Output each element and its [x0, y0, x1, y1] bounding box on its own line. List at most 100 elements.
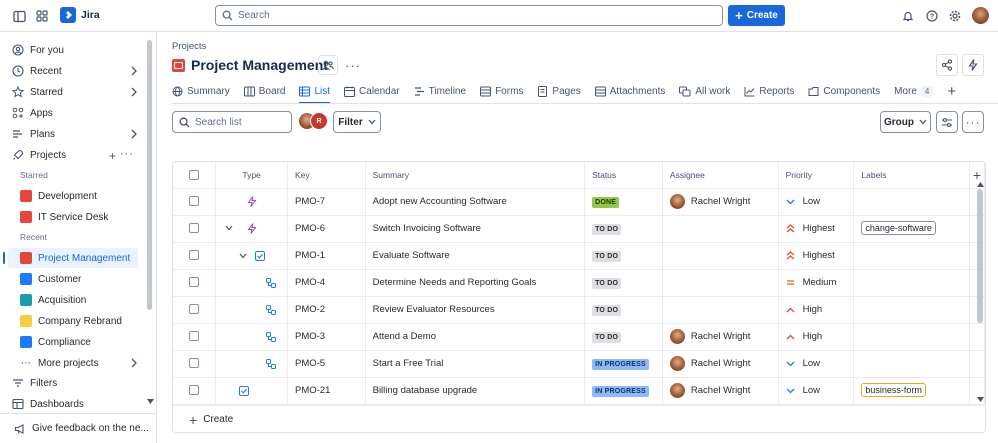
- priority-cell[interactable]: Low: [778, 188, 855, 216]
- issue-key[interactable]: PMO-21: [287, 377, 366, 405]
- tab-reports[interactable]: Reports: [744, 80, 794, 102]
- assignee-cell[interactable]: Rachel Wright: [662, 323, 779, 351]
- label-tag[interactable]: change-software: [861, 221, 936, 235]
- assignee-cell[interactable]: Rachel Wright: [662, 377, 779, 405]
- priority-cell[interactable]: Medium: [778, 269, 855, 297]
- tab-timeline[interactable]: Timeline: [414, 80, 466, 102]
- list-search[interactable]: [172, 111, 292, 133]
- row-checkbox[interactable]: [189, 331, 200, 342]
- table-row[interactable]: PMO-1 Evaluate Software TO DO Highest: [173, 242, 985, 270]
- priority-cell[interactable]: Low: [778, 350, 855, 378]
- issue-summary[interactable]: Billing database upgrade: [365, 377, 586, 405]
- tab-all-work[interactable]: All work: [679, 80, 730, 102]
- sidebar-item-plans[interactable]: Plans: [8, 124, 146, 144]
- view-settings-button[interactable]: [936, 111, 958, 133]
- issue-key[interactable]: PMO-6: [287, 215, 366, 243]
- issue-key[interactable]: PMO-7: [287, 188, 366, 216]
- assignee-cell[interactable]: [662, 269, 779, 297]
- status-badge[interactable]: TO DO: [592, 250, 622, 262]
- issue-key[interactable]: PMO-3: [287, 323, 366, 351]
- table-scrollbar[interactable]: [977, 189, 983, 323]
- table-row[interactable]: PMO-21 Billing database upgrade IN PROGR…: [173, 377, 985, 405]
- sidebar-toggle-icon[interactable]: [10, 7, 28, 25]
- sidebar-item-for-you[interactable]: For you: [8, 40, 146, 60]
- column-header-assignee[interactable]: Assignee: [662, 162, 779, 189]
- sidebar-project-development[interactable]: Development: [8, 186, 146, 206]
- tab-summary[interactable]: Summary: [172, 80, 230, 102]
- row-checkbox[interactable]: [189, 304, 200, 315]
- tab-forms[interactable]: Forms: [480, 80, 523, 102]
- assignee-cell[interactable]: Rachel Wright: [662, 188, 779, 216]
- column-header-key[interactable]: Key: [287, 162, 366, 189]
- tab-components[interactable]: Components: [808, 80, 880, 102]
- issue-summary[interactable]: Review Evaluator Resources: [365, 296, 586, 324]
- app-switcher-icon[interactable]: [33, 7, 51, 25]
- filter-button[interactable]: Filter: [333, 111, 381, 133]
- row-checkbox[interactable]: [189, 223, 200, 234]
- create-button[interactable]: + Create: [728, 5, 785, 26]
- help-icon[interactable]: ?: [923, 7, 941, 25]
- list-more-actions-icon[interactable]: ···: [962, 111, 984, 133]
- share-button[interactable]: [936, 54, 958, 76]
- column-header-priority[interactable]: Priority: [778, 162, 855, 189]
- labels-cell[interactable]: [853, 188, 971, 216]
- list-search-input[interactable]: [195, 116, 285, 128]
- user-avatar[interactable]: [972, 7, 989, 24]
- labels-cell[interactable]: [853, 350, 971, 378]
- group-button[interactable]: Group: [880, 111, 931, 133]
- add-tab-button[interactable]: +: [947, 80, 956, 102]
- scroll-down-arrow-icon[interactable]: [977, 397, 984, 402]
- label-tag[interactable]: business-form: [861, 383, 926, 397]
- tab-list[interactable]: List: [299, 80, 330, 104]
- sidebar-project-project-management[interactable]: Project Management: [3, 248, 138, 268]
- sidebar-project-compliance[interactable]: Compliance: [8, 332, 146, 352]
- row-checkbox[interactable]: [189, 250, 200, 261]
- sidebar-scrollbar[interactable]: [147, 40, 152, 310]
- sidebar-item-projects[interactable]: Projects + ···: [8, 145, 146, 165]
- column-header-summary[interactable]: Summary: [365, 162, 586, 189]
- global-search[interactable]: [215, 5, 723, 26]
- status-badge[interactable]: TO DO: [592, 304, 622, 316]
- settings-gear-icon[interactable]: [946, 7, 964, 25]
- issue-summary[interactable]: Adopt new Accounting Software: [365, 188, 586, 216]
- tab-pages[interactable]: Pages: [537, 80, 581, 102]
- assignee-cell[interactable]: [662, 242, 779, 270]
- labels-cell[interactable]: [853, 323, 971, 351]
- automation-button[interactable]: [962, 54, 984, 76]
- issue-summary[interactable]: Evaluate Software: [365, 242, 586, 270]
- issue-key[interactable]: PMO-5: [287, 350, 366, 378]
- column-header-labels[interactable]: Labels: [853, 162, 971, 189]
- sidebar-item-apps[interactable]: Apps: [8, 103, 146, 123]
- labels-cell[interactable]: [853, 296, 971, 324]
- row-checkbox[interactable]: [189, 385, 200, 396]
- notifications-bell-icon[interactable]: [899, 7, 917, 25]
- priority-cell[interactable]: Low: [778, 377, 855, 405]
- breadcrumb[interactable]: Projects: [172, 41, 206, 52]
- issue-summary[interactable]: Switch Invoicing Software: [365, 215, 586, 243]
- assignee-cell[interactable]: Rachel Wright: [662, 350, 779, 378]
- tab-board[interactable]: Board: [243, 80, 285, 102]
- column-header-type[interactable]: Type: [215, 162, 288, 189]
- tab-more[interactable]: More 4: [894, 80, 934, 102]
- scroll-up-arrow-icon[interactable]: [977, 182, 984, 187]
- assignee-cell[interactable]: [662, 215, 779, 243]
- more-options-icon[interactable]: ···: [120, 148, 134, 160]
- table-row[interactable]: PMO-4 Determine Needs and Reporting Goal…: [173, 269, 985, 297]
- table-row[interactable]: PMO-7 Adopt new Accounting Software DONE…: [173, 188, 985, 216]
- priority-cell[interactable]: Highest: [778, 215, 855, 243]
- assignee-avatar-filter[interactable]: R: [298, 112, 328, 132]
- sidebar-project-company-rebrand[interactable]: Company Rebrand: [8, 311, 146, 331]
- priority-cell[interactable]: Highest: [778, 242, 855, 270]
- tab-calendar[interactable]: Calendar: [344, 80, 400, 102]
- labels-cell[interactable]: change-software: [853, 215, 971, 243]
- expand-chevron-icon[interactable]: [239, 253, 247, 259]
- table-row[interactable]: PMO-6 Switch Invoicing Software TO DO Hi…: [173, 215, 985, 243]
- sidebar-project-customer[interactable]: Customer: [8, 269, 146, 289]
- labels-cell[interactable]: [853, 242, 971, 270]
- table-row[interactable]: PMO-5 Start a Free Trial IN PROGRESS Rac…: [173, 350, 985, 378]
- create-issue-row[interactable]: + Create: [173, 405, 985, 432]
- issue-key[interactable]: PMO-1: [287, 242, 366, 270]
- expand-chevron-icon[interactable]: [225, 225, 233, 231]
- priority-cell[interactable]: High: [778, 296, 855, 324]
- project-more-actions-icon[interactable]: ···: [343, 55, 363, 75]
